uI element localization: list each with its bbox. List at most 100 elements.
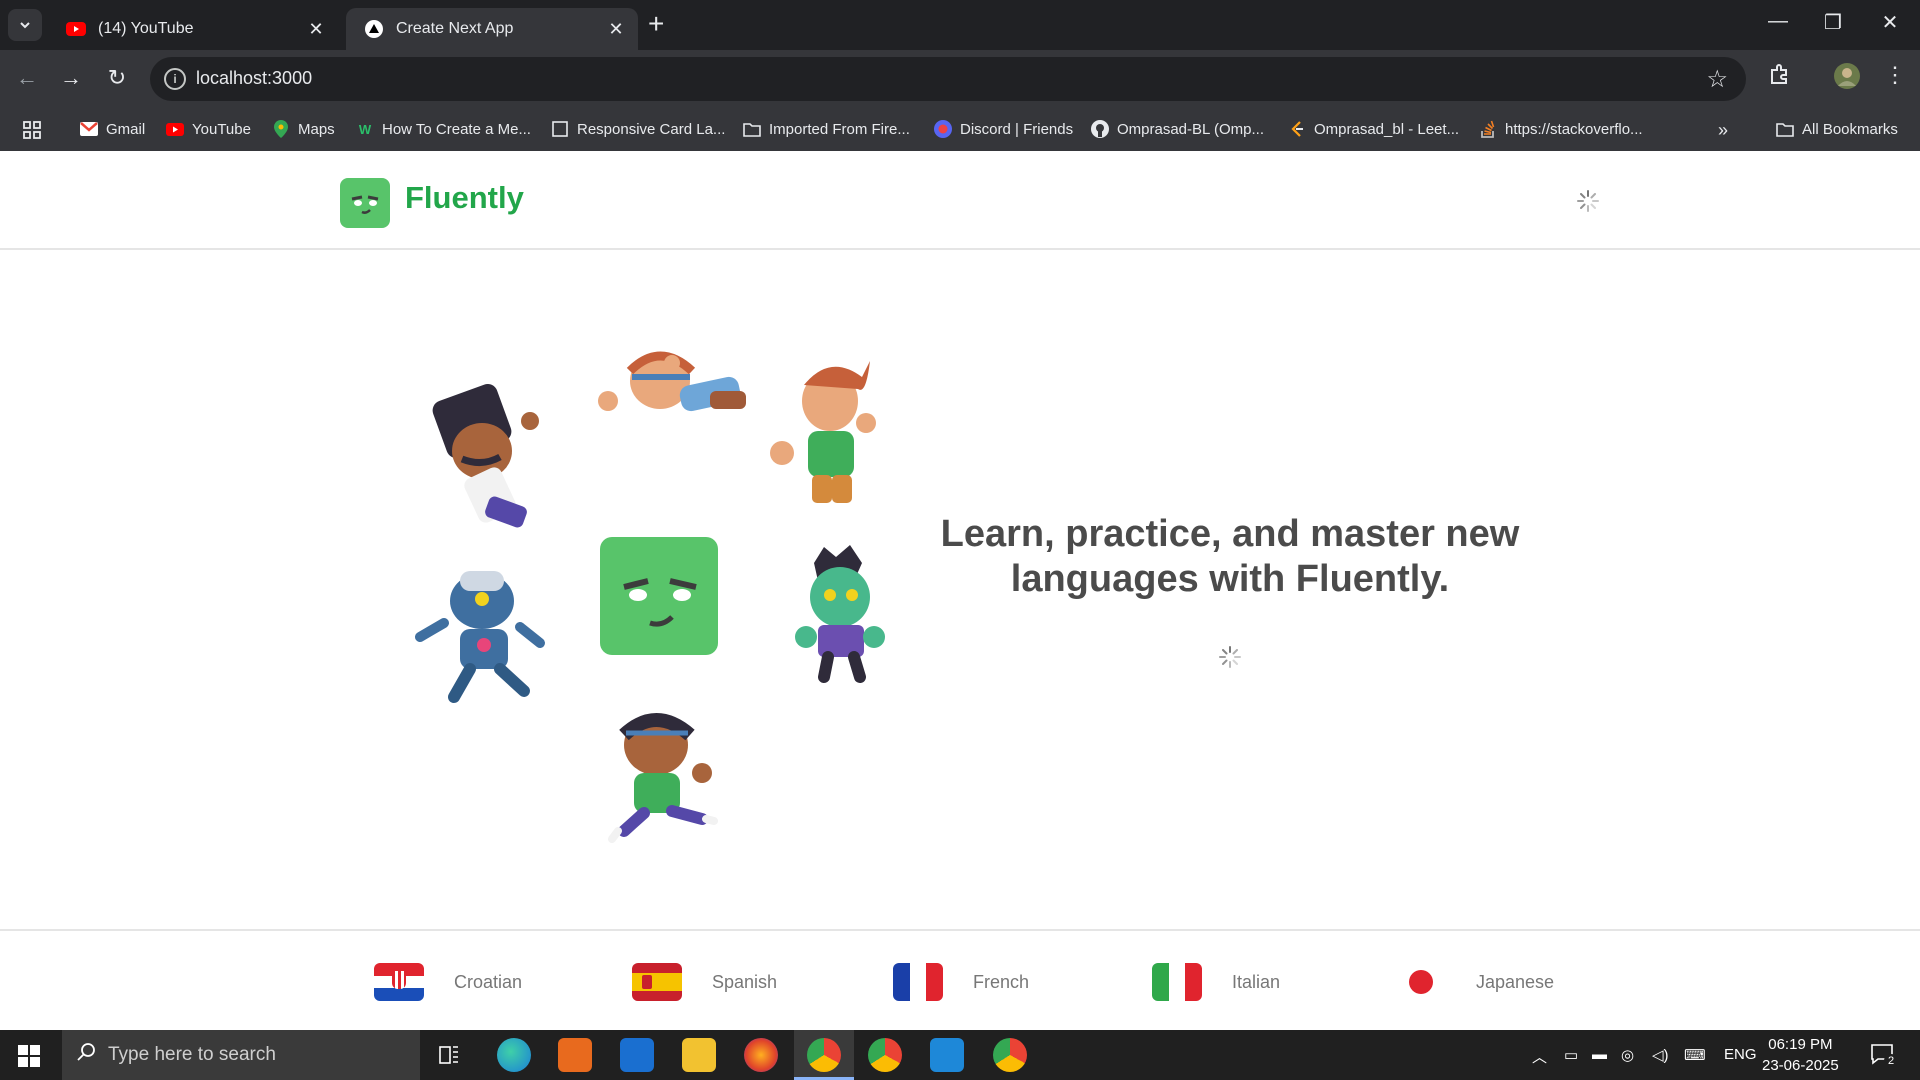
italy-flag (1152, 963, 1202, 1001)
bookmark-label: Omprasad-BL (Omp... (1117, 120, 1264, 138)
discord-icon (934, 120, 952, 138)
input-language[interactable]: ENG (1724, 1046, 1757, 1063)
bookmark-github[interactable]: Omprasad-BL (Omp... (1091, 120, 1264, 138)
maps-icon (272, 120, 290, 138)
chrome-icon[interactable] (868, 1038, 902, 1072)
battery-icon[interactable]: ▬ (1592, 1046, 1607, 1063)
bookmark-gmail[interactable]: Gmail (80, 120, 145, 138)
close-tab-icon[interactable]: ✕ (606, 19, 626, 40)
clock-time: 06:19 PM (1768, 1036, 1833, 1053)
clock[interactable]: 06:19 PM 23-06-2025 (1762, 1034, 1839, 1076)
bookmark-label: Responsive Card La... (577, 120, 726, 138)
forward-icon[interactable]: → (56, 65, 86, 91)
language-italian[interactable]: Italian (1152, 963, 1280, 1001)
bookmark-responsive-card[interactable]: Responsive Card La... (551, 120, 725, 138)
fluently-page: Fluently Learn, practice, and master new… (0, 151, 1920, 1030)
bookmark-label: Imported From Fire... (769, 120, 910, 138)
meet-icon[interactable]: ▭ (1564, 1046, 1578, 1064)
browser-chrome: (14) YouTube ✕ Create Next App ✕ + — ❐ ✕… (0, 0, 1920, 151)
apps-grid-icon[interactable] (22, 120, 42, 140)
tab-label: (14) YouTube (98, 20, 194, 37)
browser-toolbar: ← → ↻ i localhost:3000 ☆ ⋮ (0, 50, 1920, 108)
back-icon[interactable]: ← (12, 65, 42, 91)
edge-icon[interactable] (497, 1038, 531, 1072)
url-text[interactable]: localhost:3000 (196, 68, 312, 89)
character-illustration (432, 383, 539, 528)
close-window-icon[interactable]: ✕ (1870, 10, 1910, 35)
nextjs-icon (364, 19, 384, 39)
new-tab-button[interactable]: + (648, 10, 664, 38)
all-bookmarks-button[interactable]: All Bookmarks (1776, 120, 1898, 138)
leetcode-icon (1288, 120, 1306, 138)
language-footer: Croatian Spanish French Italian Japanese (0, 929, 1920, 1030)
search-icon (76, 1042, 96, 1068)
tab-strip: (14) YouTube ✕ Create Next App ✕ + — ❐ ✕ (0, 0, 1920, 50)
windows-start-icon[interactable] (18, 1045, 40, 1072)
youtube-icon (66, 19, 86, 39)
chrome-active-task[interactable] (794, 1030, 854, 1080)
address-bar[interactable]: i localhost:3000 ☆ (150, 57, 1746, 101)
brand-name[interactable]: Fluently (405, 180, 524, 216)
bookmark-label: Discord | Friends (960, 120, 1074, 138)
avatar[interactable] (1833, 62, 1861, 96)
bookmark-imported[interactable]: Imported From Fire... (743, 120, 910, 138)
windows-taskbar: Type here to search ︿ ▭ ▬ ◎ ◁) ⌨ ENG 06:… (0, 1030, 1920, 1080)
bookmark-discord[interactable]: Discord | Friends (934, 120, 1073, 138)
fluently-logo[interactable] (340, 178, 390, 228)
loading-spinner-icon (1219, 646, 1241, 668)
language-spanish[interactable]: Spanish (632, 963, 777, 1001)
bookmark-label: Gmail (106, 120, 146, 138)
stackoverflow-icon (1479, 120, 1497, 138)
task-view-icon[interactable] (438, 1044, 460, 1071)
chrome-icon[interactable] (993, 1038, 1027, 1072)
all-bookmarks-label: All Bookmarks (1802, 120, 1898, 138)
xampp-icon[interactable] (558, 1038, 592, 1072)
bookmark-how-to-create[interactable]: W How To Create a Me... (356, 120, 531, 138)
bookmark-youtube[interactable]: YouTube (166, 120, 251, 138)
firefox-icon[interactable] (744, 1038, 778, 1072)
notifications-icon[interactable]: 2 (1870, 1042, 1898, 1073)
language-croatian[interactable]: Croatian (374, 963, 522, 1001)
hero-illustration (415, 351, 885, 843)
japan-flag (1396, 963, 1446, 1001)
more-bookmarks-icon[interactable]: » (1718, 120, 1728, 141)
bookmark-label: Maps (298, 120, 335, 138)
bookmark-star-icon[interactable]: ☆ (1706, 65, 1728, 94)
tab-search-button[interactable] (8, 9, 42, 41)
notification-count: 2 (1884, 1054, 1898, 1068)
tab-create-next-app[interactable]: Create Next App ✕ (346, 8, 638, 50)
taskbar-search[interactable]: Type here to search (62, 1030, 420, 1080)
site-info-icon[interactable]: i (164, 68, 186, 90)
webflow-icon: W (358, 121, 372, 137)
extensions-icon[interactable] (1768, 62, 1792, 92)
file-explorer-icon[interactable] (682, 1038, 716, 1072)
bookmark-maps[interactable]: Maps (272, 120, 335, 138)
reload-icon[interactable]: ↻ (102, 65, 132, 91)
minimize-icon[interactable]: — (1758, 10, 1798, 33)
tab-youtube[interactable]: (14) YouTube ✕ (48, 8, 338, 50)
vscode-icon[interactable] (930, 1038, 964, 1072)
site-header: Fluently (0, 151, 1920, 250)
chevron-down-icon (20, 22, 30, 29)
center-mascot (600, 537, 718, 655)
youtube-icon (166, 120, 184, 138)
language-french[interactable]: French (893, 963, 1029, 1001)
hero-title: Learn, practice, and master new language… (940, 513, 1520, 600)
bookmark-stackoverflow[interactable]: https://stackoverflo... (1479, 120, 1643, 138)
character-illustration (770, 361, 876, 503)
keyboard-icon[interactable]: ⌨ (1684, 1046, 1706, 1064)
bookmark-label: How To Create a Me... (382, 120, 531, 138)
menu-dots-icon[interactable]: ⋮ (1884, 62, 1906, 88)
croatia-flag (374, 963, 424, 1001)
character-illustration (598, 351, 746, 412)
restore-icon[interactable]: ❐ (1813, 10, 1853, 35)
bookmark-leetcode[interactable]: Omprasad_bl - Leet... (1288, 120, 1459, 138)
show-hidden-icons[interactable]: ︿ (1532, 1046, 1547, 1067)
folder-icon (743, 120, 761, 138)
network-icon[interactable]: ◎ (1621, 1046, 1634, 1064)
volume-icon[interactable]: ◁) (1652, 1046, 1669, 1064)
language-japanese[interactable]: Japanese (1396, 963, 1554, 1001)
language-label: Croatian (454, 971, 523, 992)
outlook-icon[interactable] (620, 1038, 654, 1072)
close-tab-icon[interactable]: ✕ (306, 19, 326, 40)
